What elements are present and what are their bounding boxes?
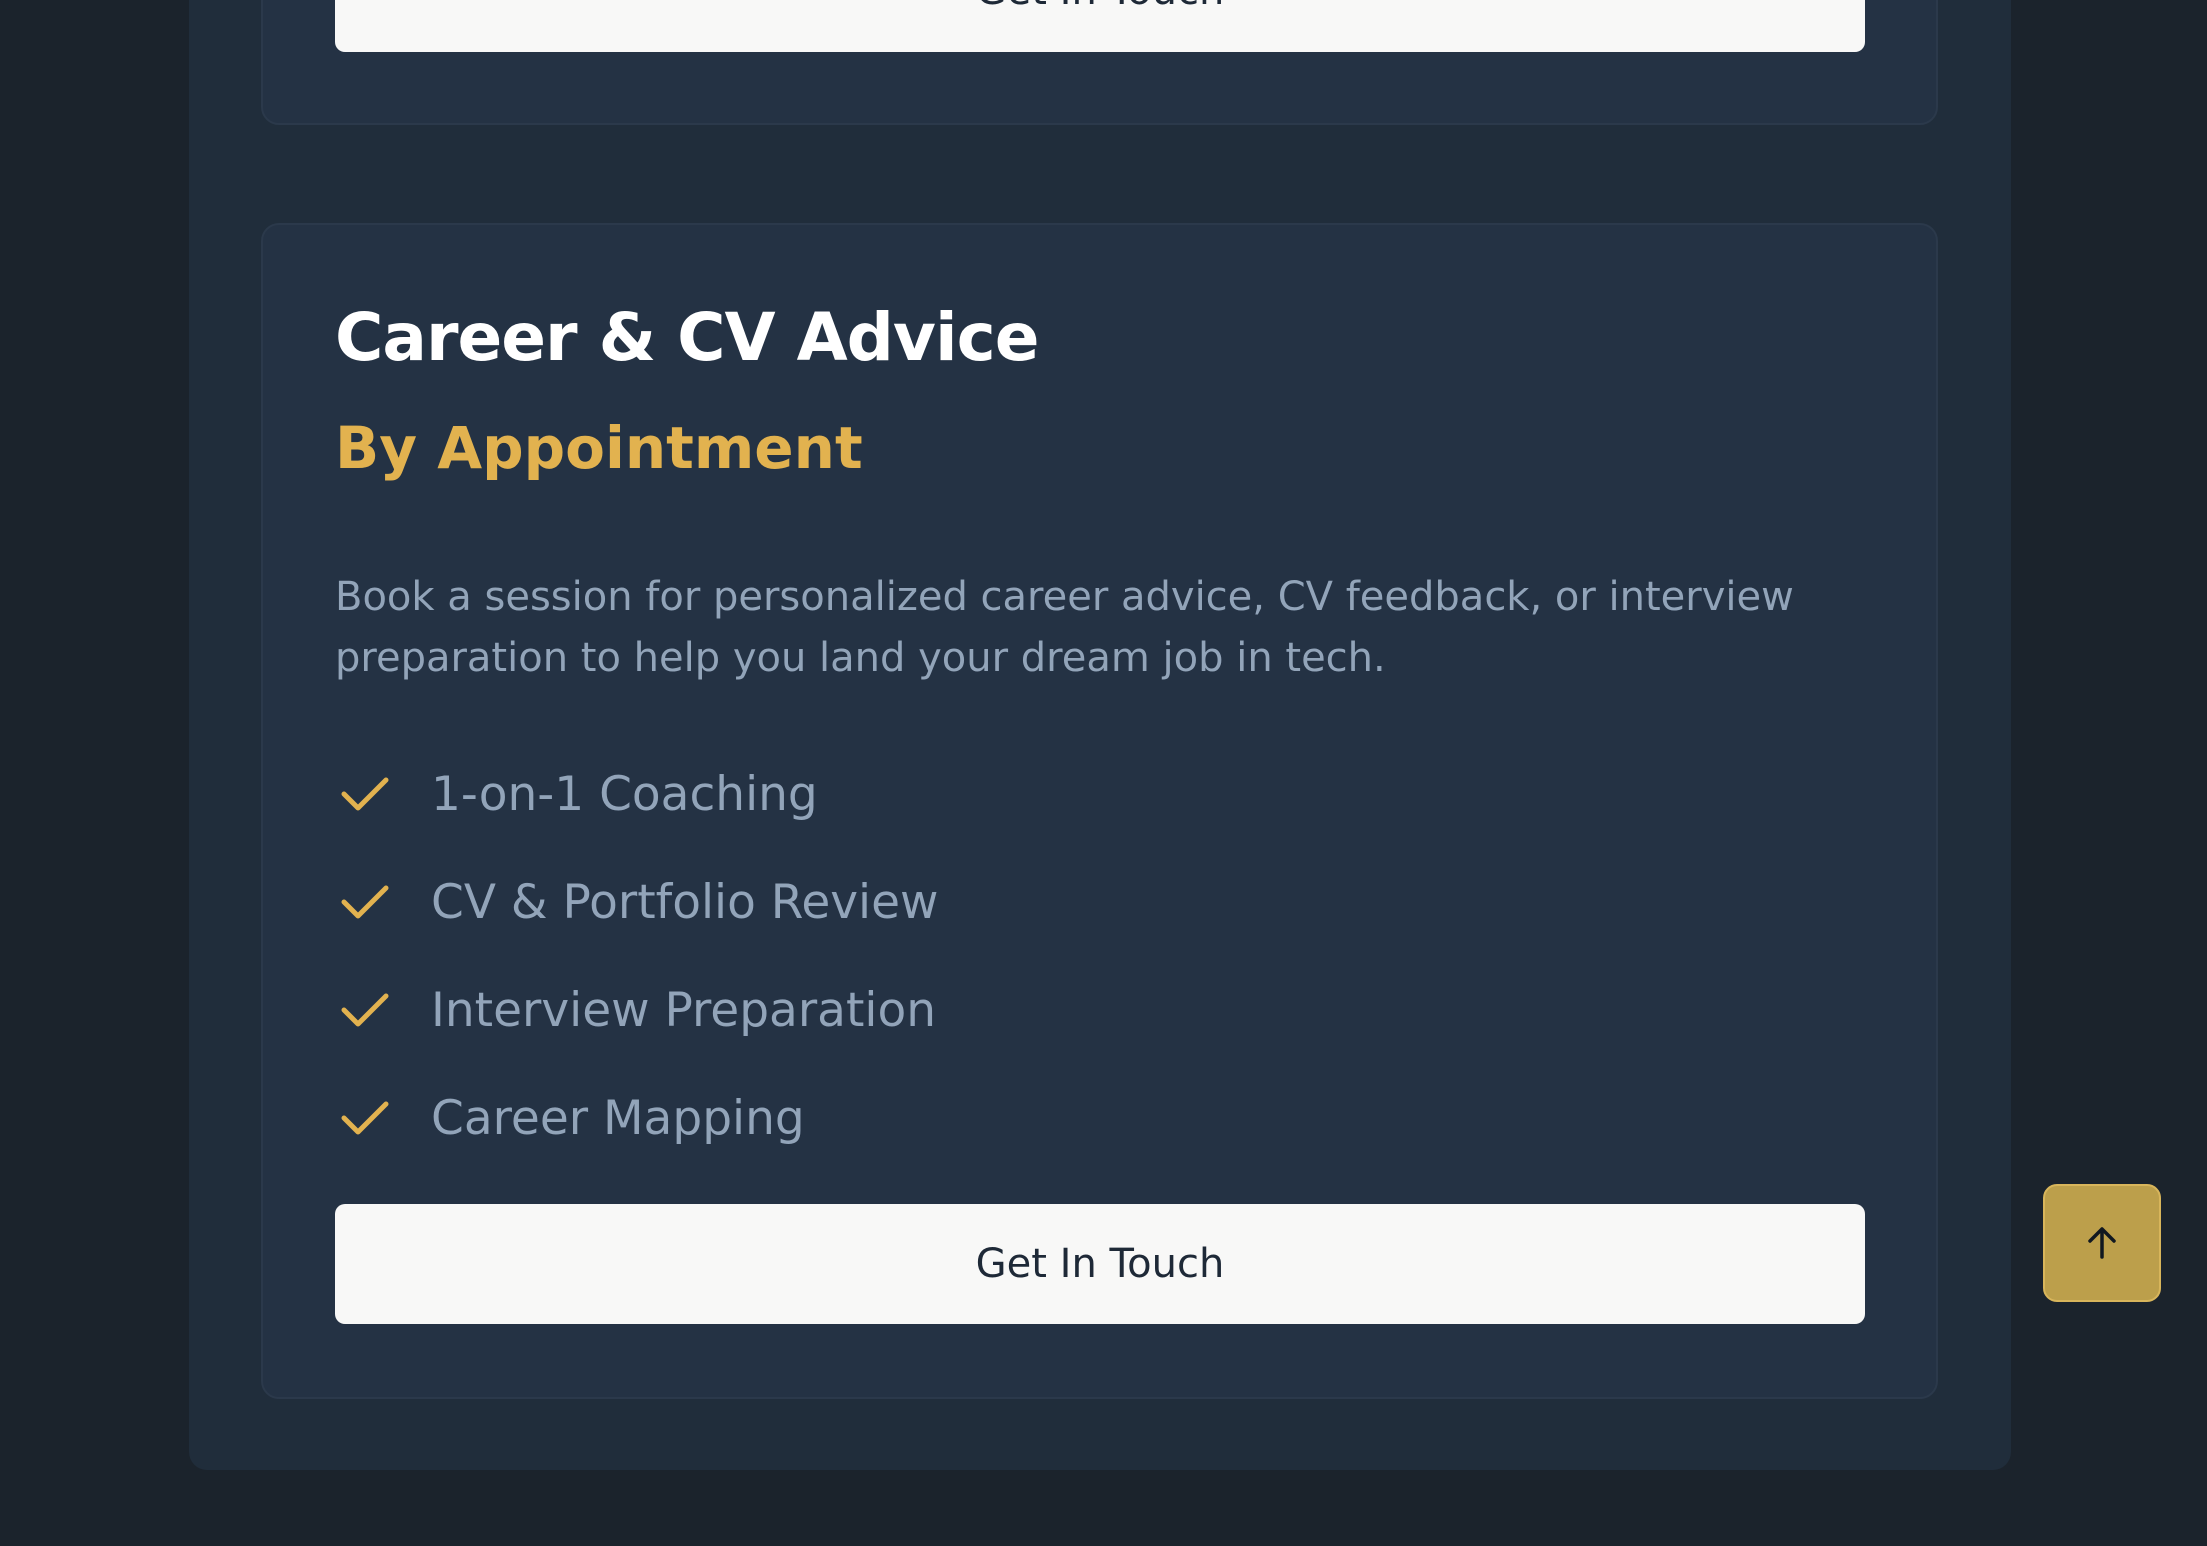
check-icon [341,777,389,811]
feature-item: Interview Preparation [335,956,938,1064]
check-icon [341,993,389,1027]
check-icon [341,885,389,919]
back-to-top-button[interactable] [2043,1184,2161,1302]
feature-item: CV & Portfolio Review [335,848,938,956]
feature-list: 1-on-1 Coaching CV & Portfolio Review In… [335,740,938,1172]
feature-item: Career Mapping [335,1064,938,1172]
service-description: Book a session for personalized career a… [335,574,1794,681]
service-title: Career & CV Advice [335,299,1039,376]
feature-text: CV & Portfolio Review [431,874,939,930]
feature-text: Interview Preparation [431,982,936,1038]
get-in-touch-button[interactable]: Get In Touch [335,1204,1865,1324]
service-availability: By Appointment [335,414,863,482]
feature-item: 1-on-1 Coaching [335,740,938,848]
check-icon [341,1101,389,1135]
arrow-up-icon [2088,1227,2116,1259]
previous-get-in-touch-button[interactable]: Get In Touch [335,0,1865,52]
feature-text: 1-on-1 Coaching [431,766,818,822]
feature-text: Career Mapping [431,1090,805,1146]
